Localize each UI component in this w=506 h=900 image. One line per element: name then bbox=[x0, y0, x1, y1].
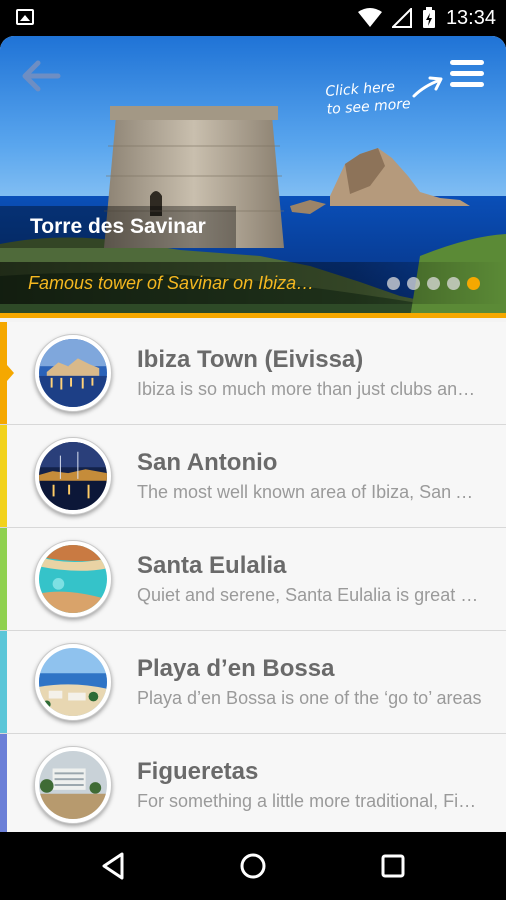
place-description: Ibiza is so much more than just clubs an… bbox=[137, 379, 483, 399]
place-title: Playa d’en Bossa bbox=[137, 655, 335, 682]
status-icons: 13:34 bbox=[357, 5, 496, 31]
figueretas-thumbnail bbox=[34, 746, 112, 824]
list-item-playa-den-bossa[interactable]: Playa d’en Bossa Playa d’en Bossa is one… bbox=[0, 631, 506, 734]
slider-pagination bbox=[387, 277, 480, 290]
selected-pointer-icon bbox=[7, 365, 14, 381]
image-notification-icon bbox=[16, 9, 34, 25]
home-nav-icon[interactable] bbox=[237, 850, 269, 882]
hero-title: Torre des Savinar bbox=[0, 206, 236, 248]
place-description: Playa d’en Bossa is one of the ‘go to’ a… bbox=[137, 688, 482, 708]
place-title: San Antonio bbox=[137, 449, 278, 476]
hint-arrow-icon bbox=[412, 76, 443, 98]
figueretas-photo bbox=[39, 751, 107, 819]
santa-eulalia-photo bbox=[39, 545, 107, 613]
ibiza-town-thumbnail bbox=[34, 334, 112, 412]
status-time: 13:34 bbox=[445, 6, 496, 29]
place-title: Santa Eulalia bbox=[137, 552, 287, 579]
place-title: Figueretas bbox=[137, 758, 259, 785]
list-item-santa-eulalia[interactable]: Santa Eulalia Quiet and serene, Santa Eu… bbox=[0, 528, 506, 631]
list-item-san-antonio[interactable]: San Antonio The most well known area of … bbox=[0, 425, 506, 528]
hero-accent-bar bbox=[0, 313, 506, 318]
system-navigation-bar bbox=[0, 832, 506, 900]
app-window: Click here to see more Torre des Savinar… bbox=[0, 36, 506, 832]
recents-nav-icon[interactable] bbox=[377, 850, 409, 882]
playa-den-bossa-photo bbox=[39, 648, 107, 716]
row-color-stripe bbox=[0, 631, 7, 733]
slider-dot-active[interactable] bbox=[467, 277, 480, 290]
row-color-stripe bbox=[0, 734, 7, 832]
back-nav-icon[interactable] bbox=[98, 850, 130, 882]
row-color-stripe bbox=[0, 322, 7, 424]
row-color-stripe bbox=[0, 528, 7, 630]
place-description: For something a little more traditional,… bbox=[137, 791, 483, 811]
back-arrow-icon[interactable] bbox=[20, 58, 62, 94]
san-antonio-thumbnail bbox=[34, 437, 112, 515]
hamburger-menu-icon[interactable] bbox=[450, 60, 484, 90]
row-color-stripe bbox=[0, 425, 7, 527]
battery-charging-icon bbox=[422, 7, 435, 28]
san-antonio-photo bbox=[39, 442, 107, 510]
slider-dot[interactable] bbox=[407, 277, 420, 290]
slider-dot[interactable] bbox=[387, 277, 400, 290]
santa-eulalia-thumbnail bbox=[34, 540, 112, 618]
hero-slider[interactable]: Click here to see more Torre des Savinar… bbox=[0, 36, 506, 318]
wifi-icon bbox=[357, 8, 382, 27]
ibiza-town-photo bbox=[39, 339, 107, 407]
see-more-hint: Click here to see more bbox=[325, 77, 411, 119]
signal-icon bbox=[391, 8, 412, 28]
place-description: The most well known area of Ibiza, San A… bbox=[137, 482, 483, 502]
slider-dot[interactable] bbox=[427, 277, 440, 290]
playa-den-bossa-thumbnail bbox=[34, 643, 112, 721]
places-list: Ibiza Town (Eivissa) Ibiza is so much mo… bbox=[0, 322, 506, 832]
slider-dot[interactable] bbox=[447, 277, 460, 290]
list-item-figueretas[interactable]: Figueretas For something a little more t… bbox=[0, 734, 506, 832]
place-description: Quiet and serene, Santa Eulalia is great… bbox=[137, 585, 483, 605]
list-item-ibiza-town[interactable]: Ibiza Town (Eivissa) Ibiza is so much mo… bbox=[0, 322, 506, 425]
status-bar: 13:34 bbox=[0, 0, 506, 36]
place-title: Ibiza Town (Eivissa) bbox=[137, 346, 364, 373]
